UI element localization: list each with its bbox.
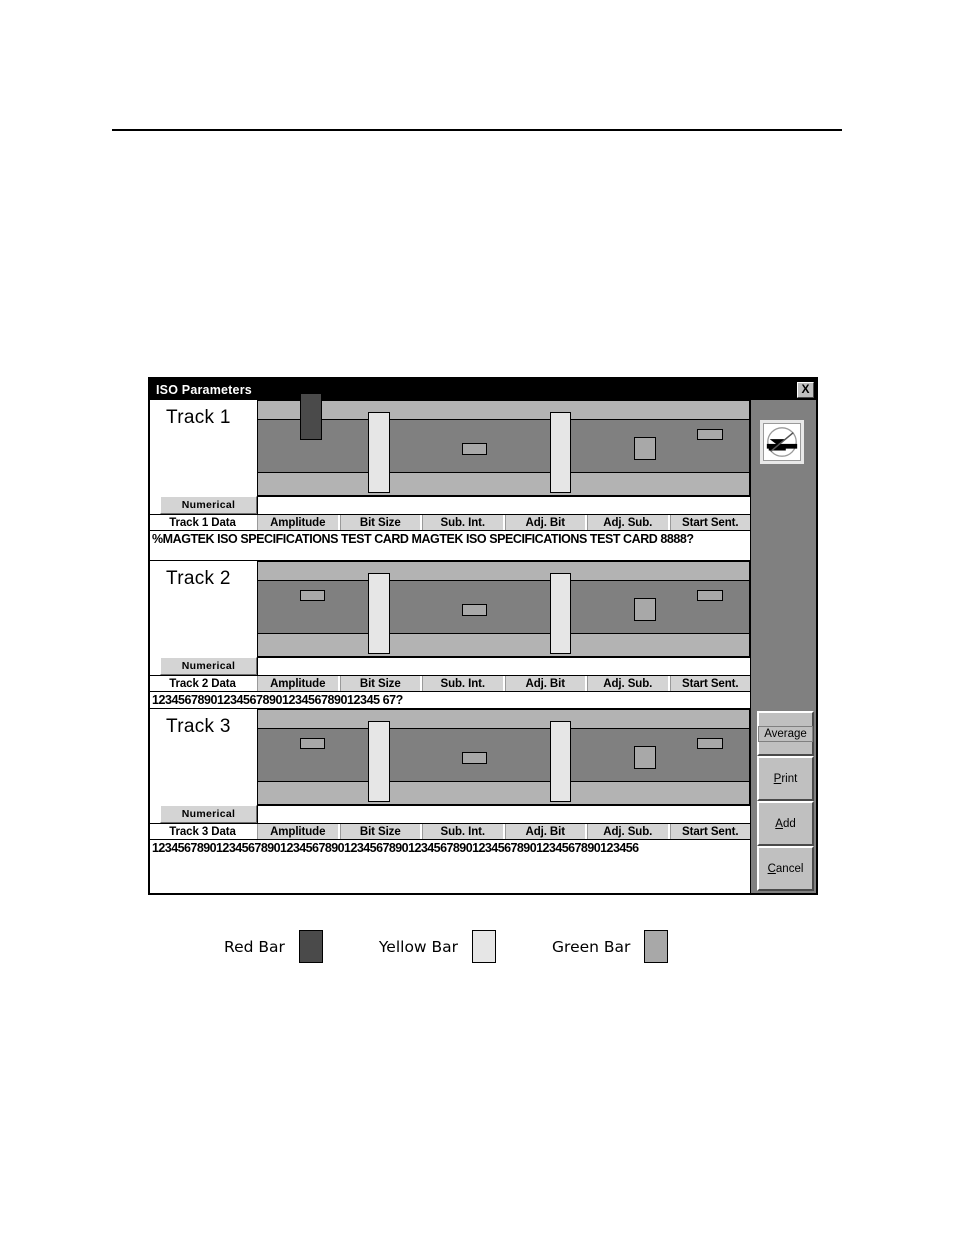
track-data-header: Track 3 Data	[150, 824, 257, 839]
chart-bar	[633, 597, 657, 622]
track-panel: Track 2 Numerical Track 2 Data Amplitude Bit…	[150, 561, 750, 709]
dialog-titlebar: ISO Parameters X	[150, 379, 816, 400]
track-panel: Track 1 Numerical Track 1 Data Amplitude Bit…	[150, 392, 750, 561]
column-header-sub-int[interactable]: Sub. Int.	[422, 515, 505, 530]
track-bar-chart	[257, 709, 750, 805]
chart-inner-tolerance-band	[258, 728, 749, 782]
average-button[interactable]: Average	[757, 711, 814, 756]
track-header-row: Track 2 Data Amplitude Bit Size Sub. Int. Ad…	[150, 675, 750, 692]
chart-bar	[550, 573, 572, 655]
gauge-icon-glyph	[766, 427, 798, 457]
legend-swatch	[472, 930, 497, 963]
column-header-amplitude[interactable]: Amplitude	[257, 676, 340, 691]
chart-inner-tolerance-band	[258, 580, 749, 634]
cancel-button-label: Cancel	[767, 862, 804, 875]
track-data-row: 12345678901234567890123456789012345 67?	[150, 692, 750, 708]
chart-bar	[633, 745, 657, 770]
chart-bar	[299, 738, 326, 749]
dialog-title: ISO Parameters	[156, 382, 252, 397]
column-header-start-sent[interactable]: Start Sent.	[669, 676, 750, 691]
dialog-button-stack: Average Print Add Cancel	[757, 711, 814, 891]
legend: Red Bar Yellow Bar Green Bar	[224, 930, 669, 963]
chart-bar	[697, 738, 723, 749]
legend-item: Red Bar	[224, 930, 323, 963]
chart-bar	[299, 392, 323, 440]
column-header-adj-sub[interactable]: Adj. Sub.	[587, 824, 670, 839]
chart-bar	[697, 429, 723, 440]
track-data-header: Track 1 Data	[150, 515, 257, 530]
add-button-label: Add	[775, 817, 796, 830]
print-button[interactable]: Print	[757, 756, 814, 801]
gauge-icon[interactable]	[760, 420, 804, 464]
legend-label: Yellow Bar	[378, 937, 459, 956]
track-header-row: Track 1 Data Amplitude Bit Size Sub. Int. Ad…	[150, 514, 750, 531]
numerical-button[interactable]: Numerical	[160, 657, 257, 675]
track-bar-chart	[257, 392, 750, 496]
track-panel: Track 3 Numerical Track 3 Data Amplitude Bit…	[150, 709, 750, 872]
legend-swatch	[644, 930, 669, 963]
numerical-row-spacer	[257, 805, 750, 823]
legend-item: Green Bar	[552, 930, 669, 963]
column-header-bit-size[interactable]: Bit Size	[339, 515, 422, 530]
add-button[interactable]: Add	[757, 801, 814, 846]
chart-bar	[550, 412, 572, 494]
track-data-value: 12345678901234567890123456789012345 67?	[152, 693, 403, 707]
chart-bar	[461, 604, 488, 616]
column-header-adj-bit[interactable]: Adj. Bit	[504, 515, 587, 530]
track-data-row: %MAGTEK ISO SPECIFICATIONS TEST CARD MAG…	[150, 531, 750, 547]
column-header-adj-bit[interactable]: Adj. Bit	[504, 676, 587, 691]
track-bar-chart	[257, 561, 750, 657]
page-header-rule	[112, 129, 842, 131]
track-label: Track 2	[166, 568, 231, 589]
numerical-row-spacer	[257, 496, 750, 514]
numerical-row-spacer	[257, 657, 750, 675]
chart-bar	[461, 752, 488, 764]
numerical-button[interactable]: Numerical	[160, 805, 257, 823]
column-header-amplitude[interactable]: Amplitude	[257, 515, 340, 530]
chart-bar	[368, 573, 390, 655]
column-header-bit-size[interactable]: Bit Size	[339, 824, 422, 839]
track-data-value: 1234567890123456789012345678901234567890…	[152, 841, 639, 855]
track-label: Track 1	[166, 407, 231, 428]
track-data-row: 1234567890123456789012345678901234567890…	[150, 840, 750, 856]
average-button-label: Average	[758, 725, 813, 742]
column-header-start-sent[interactable]: Start Sent.	[669, 824, 750, 839]
chart-bar	[368, 721, 390, 803]
column-header-adj-sub[interactable]: Adj. Sub.	[587, 676, 670, 691]
chart-bar	[633, 436, 657, 461]
right-panel: Average Print Add Cancel	[751, 400, 816, 893]
cancel-button[interactable]: Cancel	[757, 846, 814, 891]
close-icon[interactable]: X	[797, 381, 814, 398]
column-header-sub-int[interactable]: Sub. Int.	[422, 824, 505, 839]
numerical-row: Numerical	[150, 496, 750, 514]
numerical-button[interactable]: Numerical	[160, 496, 257, 514]
chart-bar	[550, 721, 572, 803]
column-header-amplitude[interactable]: Amplitude	[257, 824, 340, 839]
numerical-row: Numerical	[150, 657, 750, 675]
column-header-start-sent[interactable]: Start Sent.	[669, 515, 750, 530]
chart-bar	[299, 590, 326, 601]
dialog-body: Track 1 Numerical Track 1 Data Amplitude Bit…	[150, 392, 816, 893]
track-data-value: %MAGTEK ISO SPECIFICATIONS TEST CARD MAG…	[152, 532, 694, 546]
column-header-sub-int[interactable]: Sub. Int.	[422, 676, 505, 691]
chart-inner-tolerance-band	[258, 419, 749, 473]
track-label: Track 3	[166, 716, 231, 737]
print-button-label: Print	[773, 772, 798, 785]
column-header-adj-bit[interactable]: Adj. Bit	[504, 824, 587, 839]
legend-swatch	[298, 930, 323, 963]
iso-parameters-dialog: ISO Parameters X Track 1 Numerical Track 1…	[148, 377, 818, 895]
legend-label: Red Bar	[224, 937, 285, 956]
column-header-adj-sub[interactable]: Adj. Sub.	[587, 515, 670, 530]
legend-label: Green Bar	[552, 937, 631, 956]
tracks-container: Track 1 Numerical Track 1 Data Amplitude Bit…	[150, 392, 751, 893]
legend-item: Yellow Bar	[378, 930, 497, 963]
track-data-header: Track 2 Data	[150, 676, 257, 691]
numerical-row: Numerical	[150, 805, 750, 823]
chart-bar	[461, 443, 488, 455]
chart-bar	[368, 412, 390, 494]
track-header-row: Track 3 Data Amplitude Bit Size Sub. Int. Ad…	[150, 823, 750, 840]
column-header-bit-size[interactable]: Bit Size	[339, 676, 422, 691]
chart-bar	[697, 590, 723, 601]
